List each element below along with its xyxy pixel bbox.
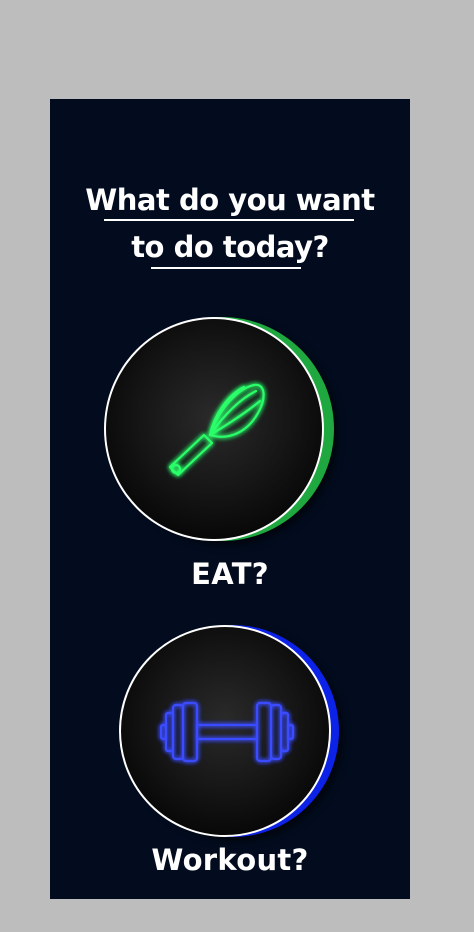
whisk-icon [168, 383, 265, 477]
title-underline-1 [104, 219, 354, 221]
page-title: What do you want to do today? [50, 177, 410, 271]
eat-label[interactable]: EAT? [50, 557, 410, 591]
workout-label[interactable]: Workout? [50, 843, 410, 877]
workout-disk [119, 625, 331, 837]
eat-disk [104, 317, 324, 541]
page: What do you want to do today? EAT? Worko… [0, 0, 474, 932]
eat-button[interactable] [104, 317, 334, 543]
choice-panel: What do you want to do today? EAT? Worko… [50, 99, 410, 899]
title-underline-2 [151, 267, 301, 269]
dumbbell-icon [159, 701, 295, 763]
workout-button[interactable] [119, 625, 341, 839]
title-line-1: What do you want [85, 183, 375, 217]
title-line-2: to do today? [131, 230, 329, 264]
